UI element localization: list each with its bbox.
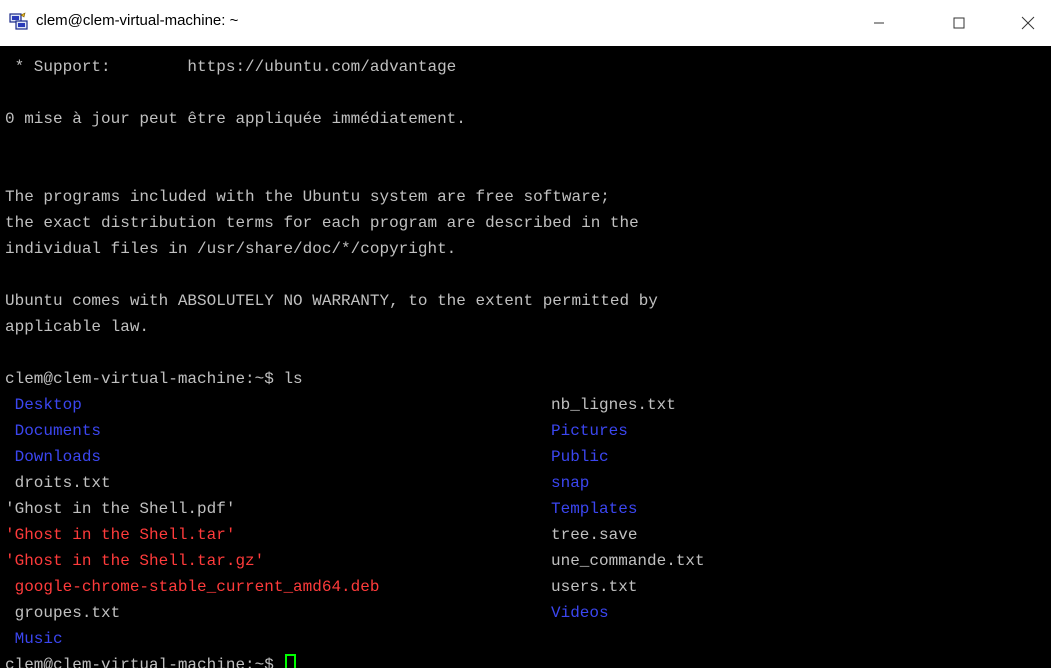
ls-entry: Music — [5, 630, 63, 648]
maximize-button[interactable] — [936, 0, 982, 46]
ls-entry: google-chrome-stable_current_amd64.deb — [5, 578, 380, 596]
minimize-button[interactable] — [856, 0, 902, 46]
ls-entry: tree.save — [551, 526, 638, 544]
window-title: clem@clem-virtual-machine: ~ — [36, 12, 239, 29]
ls-entry: Videos — [551, 604, 609, 622]
maximize-icon — [953, 17, 965, 29]
ls-entry: users.txt — [551, 578, 638, 596]
motd-line: Ubuntu comes with ABSOLUTELY NO WARRANTY… — [5, 292, 658, 310]
motd-line: applicable law. — [5, 318, 150, 336]
prompt-line: clem@clem-virtual-machine:~$ — [5, 656, 284, 668]
ls-entry: Downloads — [5, 448, 102, 466]
motd-line: individual files in /usr/share/doc/*/cop… — [5, 240, 457, 258]
minimize-icon — [874, 22, 884, 24]
putty-icon — [9, 12, 28, 30]
terminal-window: clem@clem-virtual-machine: ~ * Support: … — [0, 0, 1051, 668]
ls-entry: une_commande.txt — [551, 552, 705, 570]
ls-entry: 'Ghost in the Shell.pdf' — [5, 500, 236, 518]
motd-line: * Support: https://ubuntu.com/advantage — [5, 58, 457, 76]
motd-line: the exact distribution terms for each pr… — [5, 214, 639, 232]
ls-entry: snap — [551, 474, 590, 492]
ls-entry: Pictures — [551, 422, 628, 440]
ls-entry: groupes.txt — [5, 604, 121, 622]
title-bar[interactable]: clem@clem-virtual-machine: ~ — [0, 0, 1051, 46]
terminal-screen[interactable]: * Support: https://ubuntu.com/advantage 0… — [0, 46, 1051, 668]
terminal-cursor — [285, 654, 297, 668]
ls-entry: Documents — [5, 422, 102, 440]
ls-entry: nb_lignes.txt — [551, 396, 676, 414]
ls-entry: 'Ghost in the Shell.tar' — [5, 526, 236, 544]
motd-line: The programs included with the Ubuntu sy… — [5, 188, 610, 206]
ls-entry: Public — [551, 448, 609, 466]
close-button[interactable] — [1005, 0, 1051, 46]
command-line: clem@clem-virtual-machine:~$ ls — [5, 370, 303, 388]
ls-entry: Templates — [551, 500, 638, 518]
close-icon — [1021, 16, 1035, 30]
motd-line: 0 mise à jour peut être appliquée immédi… — [5, 110, 466, 128]
ls-entry: droits.txt — [5, 474, 111, 492]
ls-entry: Desktop — [5, 396, 82, 414]
ls-entry: 'Ghost in the Shell.tar.gz' — [5, 552, 265, 570]
